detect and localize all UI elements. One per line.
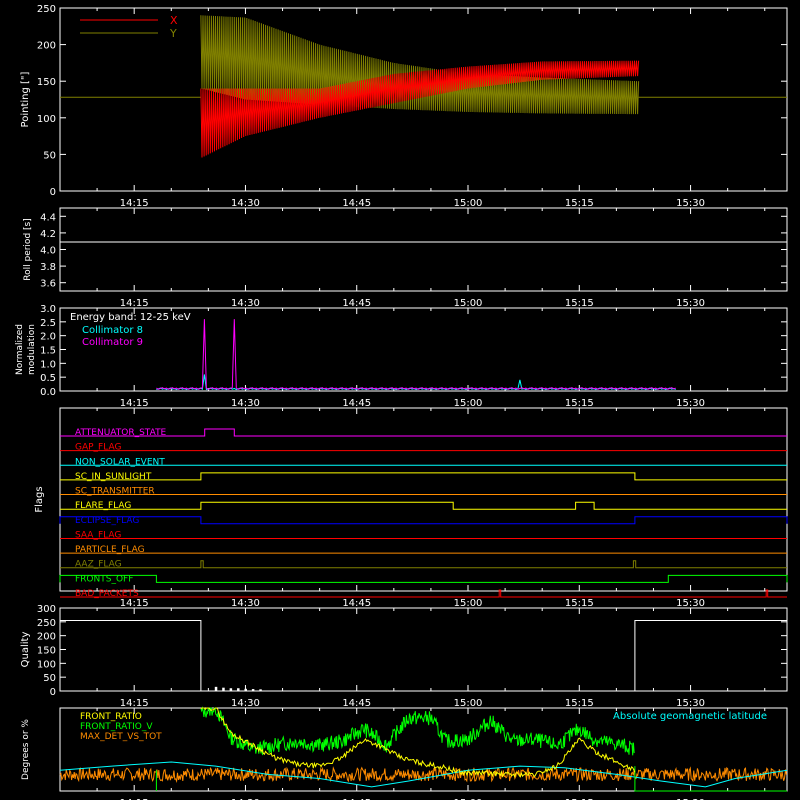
quality-burst <box>237 688 240 691</box>
quality-y-tick-label: 300 <box>37 604 56 615</box>
quality-burst <box>229 688 233 691</box>
pointing-y-tick-label: 250 <box>37 4 56 15</box>
modulation-x-tick-label: 15:00 <box>454 398 483 409</box>
pointing-x-tick-label: 15:15 <box>565 198 594 209</box>
observation-summary-plot: 14:15 14:30 14:45 15:00 15:15 15:30 0 50 100 150 2… <box>0 0 800 800</box>
flag-label: PARTICLE_FLAG <box>75 545 145 555</box>
modulation-y-tick-label: 3.0 <box>40 304 56 315</box>
pointing-legend-label: Y <box>169 27 177 40</box>
ratio-legend-label: FRONT_RATIO <box>80 712 142 722</box>
flags-x-tick-label: 14:30 <box>231 598 260 609</box>
flag-label: BAD_PACKETS <box>75 589 139 599</box>
modulation-y-tick-label: 1.0 <box>40 359 56 370</box>
quality-y-tick-label: 150 <box>37 646 56 657</box>
flag-label: FRONTS_OFF <box>75 574 133 584</box>
modulation-x-tick-label: 14:30 <box>231 398 260 409</box>
modulation-x-tick-label: 15:15 <box>565 398 594 409</box>
roll-y-tick-label: 3.6 <box>40 279 56 290</box>
pointing-y-tick-label: 150 <box>37 77 56 88</box>
quality-x-tick-label: 15:30 <box>676 698 705 709</box>
pointing-y-label: Pointing ["] <box>20 71 31 127</box>
pointing-x-tick-label: 15:30 <box>676 198 705 209</box>
modulation-y-label-line1: Normalized <box>15 324 25 375</box>
quality-burst <box>214 686 218 691</box>
pointing-x-tick-label: 14:15 <box>120 198 149 209</box>
flag-label: ECLIPSE_FLAG <box>75 516 139 526</box>
flag-label: FLARE_FLAG <box>75 501 131 511</box>
modulation-y-tick-label: 1.5 <box>40 346 56 357</box>
flag-label: ATTENUATOR_STATE <box>75 428 167 438</box>
flag-label: NON_SOLAR_EVENT <box>75 457 165 467</box>
roll-y-tick-label: 4.0 <box>40 246 56 257</box>
modulation-y-tick-label: 0.0 <box>40 387 56 398</box>
ratio-legend-label: MAX_DET_VS_TOT <box>80 732 162 742</box>
roll-y-tick-label: 3.8 <box>40 262 56 273</box>
modulation-legend-label: Collimator 9 <box>82 337 143 348</box>
modulation-energy-band: Energy band: 12-25 keV <box>70 312 191 323</box>
modulation-y-tick-label: 2.0 <box>40 332 56 343</box>
quality-x-tick-label: 15:15 <box>565 698 594 709</box>
quality-x-tick-label: 15:00 <box>454 698 483 709</box>
quality-burst <box>222 687 225 691</box>
pointing-x-tick-label: 14:30 <box>231 198 260 209</box>
modulation-x-tick-label: 14:15 <box>120 398 149 409</box>
quality-burst <box>259 689 262 691</box>
flag-label: AAZ_FLAG <box>75 560 122 570</box>
pointing-x-tick-label: 14:45 <box>342 198 371 209</box>
quality-y-label: Quality <box>20 632 31 668</box>
ratio-y-label: Degrees or % <box>21 719 31 780</box>
roll-x-tick-label: 14:45 <box>342 298 371 309</box>
flags-x-tick-label: 14:15 <box>120 598 149 609</box>
modulation-y-tick-label: 0.5 <box>40 373 56 384</box>
roll-x-tick-label: 14:30 <box>231 298 260 309</box>
quality-y-tick-label: 200 <box>37 632 56 643</box>
pointing-x-tick-label: 15:00 <box>454 198 483 209</box>
modulation-y-label-line2: modulation <box>27 324 37 375</box>
quality-y-tick-label: 250 <box>37 618 56 629</box>
flag-label: SC_TRANSMITTER <box>75 487 155 497</box>
flags-x-tick-label: 15:30 <box>676 598 705 609</box>
ratio-legend-label: FRONT_RATIO_V <box>80 722 153 732</box>
pointing-y-tick-label: 0 <box>50 187 56 198</box>
flags-x-tick-label: 14:45 <box>342 598 371 609</box>
quality-burst <box>251 689 255 691</box>
ratio-latitude-annotation: Absolute geomagnetic latitude <box>613 711 767 722</box>
quality-burst <box>244 688 247 691</box>
flag-label: SC_IN_SUNLIGHT <box>75 472 152 482</box>
roll-x-tick-label: 15:15 <box>565 298 594 309</box>
flags-x-tick-label: 15:15 <box>565 598 594 609</box>
quality-x-tick-label: 14:45 <box>342 698 371 709</box>
roll-y-tick-label: 4.2 <box>40 229 56 240</box>
flag-label: SAA_FLAG <box>75 530 121 540</box>
modulation-x-tick-label: 14:45 <box>342 398 371 409</box>
roll-y-label: Roll period [s] <box>23 218 33 280</box>
quality-y-tick-label: 100 <box>37 659 56 670</box>
pointing-y-tick-label: 200 <box>37 41 56 52</box>
quality-x-tick-label: 14:30 <box>231 698 260 709</box>
roll-x-tick-label: 15:30 <box>676 298 705 309</box>
flags-y-label: Flags <box>34 486 45 512</box>
pointing-y-tick-label: 50 <box>43 150 56 161</box>
quality-y-tick-label: 50 <box>43 673 56 684</box>
modulation-y-tick-label: 2.5 <box>40 318 56 329</box>
flag-label: GAP_FLAG <box>75 443 121 453</box>
quality-x-tick-label: 14:15 <box>120 698 149 709</box>
pointing-y-tick-label: 100 <box>37 114 56 125</box>
roll-y-tick-label: 4.4 <box>40 212 56 223</box>
roll-x-tick-label: 15:00 <box>454 298 483 309</box>
pointing-legend-label: X <box>170 14 178 27</box>
quality-y-tick-label: 0 <box>50 687 56 698</box>
flags-x-tick-label: 15:00 <box>454 598 483 609</box>
modulation-x-tick-label: 15:30 <box>676 398 705 409</box>
modulation-legend-label: Collimator 8 <box>82 325 143 336</box>
roll-x-tick-label: 14:15 <box>120 298 149 309</box>
